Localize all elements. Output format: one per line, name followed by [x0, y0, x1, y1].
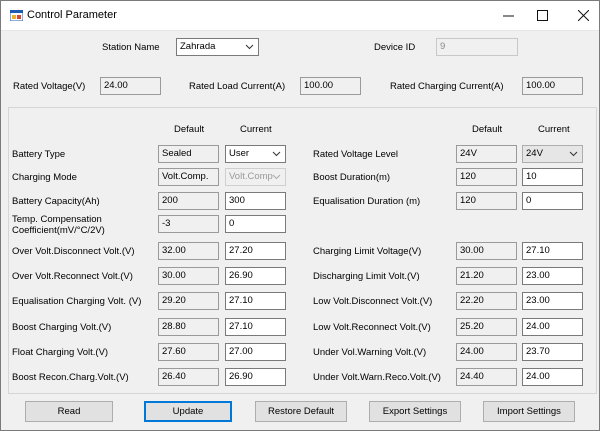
rated-load-current-field[interactable]: 100.00: [300, 77, 361, 95]
maximize-icon: [537, 10, 548, 21]
right-current-header: Current: [538, 124, 570, 135]
boost-duration-label: Boost Duration(m): [313, 172, 391, 183]
close-button[interactable]: [561, 0, 600, 31]
low-volt-reconnect-input[interactable]: 24.00: [522, 318, 583, 336]
left-current-header: Current: [240, 124, 272, 135]
station-name-value: Zahrada: [180, 41, 216, 52]
boost-duration-default: 120: [456, 168, 517, 186]
under-volt-warning-input[interactable]: 23.70: [522, 343, 583, 361]
over-volt-disconnect-input[interactable]: 27.20: [225, 242, 286, 260]
rated-voltage-label: Rated Voltage(V): [13, 81, 86, 92]
boost-duration-input[interactable]: 10: [522, 168, 583, 186]
battery-capacity-label: Battery Capacity(Ah): [12, 196, 100, 207]
battery-type-combo[interactable]: User: [225, 145, 286, 163]
low-volt-reconnect-label: Low Volt.Reconnect Volt.(V): [313, 322, 431, 333]
battery-type-default: Sealed: [158, 145, 219, 163]
station-name-label: Station Name: [102, 42, 160, 53]
charging-limit-default: 30.00: [456, 242, 517, 260]
charging-mode-default: Volt.Comp.: [158, 168, 219, 186]
station-name-combo[interactable]: Zahrada: [176, 38, 259, 56]
temp-compensation-label: Temp. Compensation Coefficient(mV/°C/2V): [12, 214, 105, 236]
charging-mode-current: Volt.Comp: [229, 171, 273, 182]
rated-voltage-field[interactable]: 24.00: [100, 77, 161, 95]
under-volt-warning-reconnect-input[interactable]: 24.00: [522, 368, 583, 386]
rated-voltage-level-default: 24V: [456, 145, 517, 163]
close-icon: [578, 10, 589, 21]
boost-recon-default: 26.40: [158, 368, 219, 386]
under-volt-warning-label: Under Vol.Warning Volt.(V): [313, 347, 427, 358]
equalisation-charging-input[interactable]: 27.10: [225, 292, 286, 310]
float-charging-input[interactable]: 27.00: [225, 343, 286, 361]
low-volt-disconnect-label: Low Volt.Disconnect Volt.(V): [313, 296, 433, 307]
float-charging-label: Float Charging Volt.(V): [12, 347, 109, 358]
discharging-limit-default: 21.20: [456, 267, 517, 285]
over-volt-reconnect-label: Over Volt.Reconnect Volt.(V): [12, 271, 133, 282]
rated-voltage-level-current: 24V: [526, 148, 543, 159]
restore-default-button[interactable]: Restore Default: [255, 401, 347, 422]
chevron-down-icon: [569, 151, 578, 157]
boost-charging-label: Boost Charging Volt.(V): [12, 322, 112, 333]
chevron-down-icon: [245, 44, 254, 50]
boost-charging-input[interactable]: 27.10: [225, 318, 286, 336]
under-volt-warning-reconnect-label: Under Volt.Warn.Reco.Volt.(V): [313, 372, 441, 383]
low-volt-disconnect-input[interactable]: 23.00: [522, 292, 583, 310]
charging-mode-combo[interactable]: Volt.Comp: [225, 168, 286, 186]
device-id-label: Device ID: [374, 42, 416, 53]
boost-recon-input[interactable]: 26.90: [225, 368, 286, 386]
title-bar: Control Parameter: [0, 0, 600, 31]
equalisation-duration-label: Equalisation Duration (m): [313, 196, 421, 207]
import-settings-button[interactable]: Import Settings: [483, 401, 575, 422]
battery-type-current: User: [229, 148, 250, 159]
read-button[interactable]: Read: [25, 401, 113, 422]
chevron-down-icon: [272, 174, 281, 180]
battery-type-label: Battery Type: [12, 149, 66, 160]
under-volt-warning-default: 24.00: [456, 343, 517, 361]
window-title: Control Parameter: [27, 9, 117, 21]
float-charging-default: 27.60: [158, 343, 219, 361]
equalisation-charging-default: 29.20: [158, 292, 219, 310]
maximize-button[interactable]: [520, 0, 565, 31]
left-default-header: Default: [174, 124, 205, 135]
export-settings-button[interactable]: Export Settings: [369, 401, 461, 422]
charging-limit-input[interactable]: 27.10: [522, 242, 583, 260]
minimize-icon: [503, 15, 514, 17]
app-icon: [10, 10, 23, 21]
over-volt-reconnect-input[interactable]: 26.90: [225, 267, 286, 285]
rated-voltage-level-label: Rated Voltage Level: [313, 149, 399, 160]
over-volt-disconnect-label: Over Volt.Disconnect Volt.(V): [12, 246, 135, 257]
equalisation-duration-default: 120: [456, 192, 517, 210]
boost-charging-default: 28.80: [158, 318, 219, 336]
low-volt-disconnect-default: 22.20: [456, 292, 517, 310]
right-default-header: Default: [472, 124, 503, 135]
chevron-down-icon: [272, 151, 281, 157]
charging-limit-label: Charging Limit Voltage(V): [313, 246, 422, 257]
over-volt-disconnect-default: 32.00: [158, 242, 219, 260]
temp-compensation-input[interactable]: 0: [225, 215, 286, 233]
equalisation-duration-input[interactable]: 0: [522, 192, 583, 210]
rated-charging-current-field[interactable]: 100.00: [522, 77, 583, 95]
low-volt-reconnect-default: 25.20: [456, 318, 517, 336]
boost-recon-label: Boost Recon.Charg.Volt.(V): [12, 372, 129, 383]
device-id-field[interactable]: 9: [436, 38, 518, 56]
rated-load-current-label: Rated Load Current(A): [189, 81, 286, 92]
discharging-limit-label: Discharging Limit Volt.(V): [313, 271, 420, 282]
charging-mode-label: Charging Mode: [12, 172, 77, 183]
discharging-limit-input[interactable]: 23.00: [522, 267, 583, 285]
under-volt-warning-reconnect-default: 24.40: [456, 368, 517, 386]
battery-capacity-default: 200: [158, 192, 219, 210]
equalisation-charging-label: Equalisation Charging Volt. (V): [12, 296, 142, 307]
over-volt-reconnect-default: 30.00: [158, 267, 219, 285]
update-button[interactable]: Update: [144, 401, 232, 422]
battery-capacity-input[interactable]: 300: [225, 192, 286, 210]
temp-compensation-default: -3: [158, 215, 219, 233]
rated-voltage-level-combo[interactable]: 24V: [522, 145, 583, 163]
rated-charging-current-label: Rated Charging Current(A): [390, 81, 504, 92]
